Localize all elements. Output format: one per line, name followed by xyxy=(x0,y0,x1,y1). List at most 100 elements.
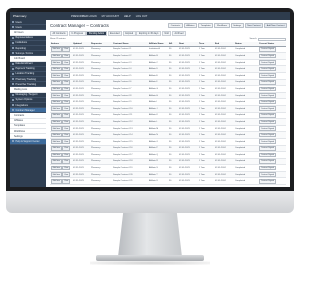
edit-button[interactable]: Edit Item xyxy=(51,53,62,59)
current-status-select[interactable]: Contract Signed xyxy=(259,53,276,59)
add-new-contract-button[interactable]: Add New Contract xyxy=(264,23,287,28)
view-button[interactable]: View xyxy=(62,86,70,92)
view-button[interactable]: View xyxy=(62,73,70,79)
top-nav-my-account[interactable]: MY ACCOUNT xyxy=(102,15,119,18)
tab-archived[interactable]: Archived xyxy=(171,31,186,37)
view-button[interactable]: View xyxy=(62,80,70,85)
workflows-button[interactable]: Workflows xyxy=(214,23,230,28)
edit-button[interactable]: Edit Item xyxy=(51,132,62,138)
edit-button[interactable]: Edit Item xyxy=(51,146,62,151)
current-status-select[interactable]: Contract Signed xyxy=(259,80,276,85)
tab-void[interactable]: Void xyxy=(161,31,172,37)
current-status-select[interactable]: Contract Signed xyxy=(259,66,276,72)
table-row[interactable]: Edit Item View 07-31-2023 Pharmacy Sample Co… xyxy=(50,138,286,146)
edit-button[interactable]: Edit Item xyxy=(51,159,62,164)
current-status-select[interactable]: Contract Signed xyxy=(259,178,276,184)
view-button[interactable]: View xyxy=(62,99,70,105)
table-row[interactable]: Edit Item View 07-31-2023 Pharmacy Sample Co… xyxy=(50,145,286,153)
current-status-select[interactable]: Contract Signed xyxy=(259,60,276,65)
table-row[interactable]: Edit Item View 07-31-2023 Pharmacy Sample Co… xyxy=(50,59,286,67)
current-status-select[interactable]: Contract Signed xyxy=(259,132,276,138)
current-status-select[interactable]: Contract Signed xyxy=(259,93,276,98)
search-input[interactable] xyxy=(258,37,286,41)
view-button[interactable]: View xyxy=(62,47,70,52)
edit-button[interactable]: Edit Item xyxy=(51,93,62,98)
view-button[interactable]: View xyxy=(62,146,70,151)
settings-button[interactable]: Settings xyxy=(230,23,244,28)
view-button[interactable]: View xyxy=(62,93,70,98)
table-row[interactable]: Edit Item View 07-31-2023 Pharmacy Sample Co… xyxy=(50,46,286,54)
table-row[interactable]: Edit Item View 07-31-2023 Pharmacy Sample Co… xyxy=(50,98,286,106)
edit-button[interactable]: Edit Item xyxy=(51,99,62,105)
edit-button[interactable]: Edit Item xyxy=(51,172,62,177)
current-status-select[interactable]: Contract Signed xyxy=(259,159,276,164)
table-row[interactable]: Edit Item View 07-31-2023 Pharmacy Sample Co… xyxy=(50,125,286,133)
view-button[interactable]: View xyxy=(62,159,70,164)
current-status-select[interactable]: Contract Signed xyxy=(259,126,276,131)
top-nav-log-out[interactable]: LOG OUT xyxy=(136,15,148,18)
current-status-select[interactable]: Contract Signed xyxy=(259,47,276,52)
top-nav-prescriber-login[interactable]: PRESCRIBER LOGIN xyxy=(71,15,97,18)
view-button[interactable]: View xyxy=(62,165,70,171)
current-status-select[interactable]: Contract Signed xyxy=(259,119,276,125)
current-status-select[interactable]: Contract Signed xyxy=(259,113,276,118)
view-button[interactable]: View xyxy=(62,66,70,72)
edit-button[interactable]: Edit Item xyxy=(51,152,62,158)
view-button[interactable]: View xyxy=(62,60,70,65)
affiliates-button[interactable]: Affiliates xyxy=(183,23,198,28)
view-button[interactable]: View xyxy=(62,132,70,138)
table-row[interactable]: Edit Item View 07-31-2023 Pharmacy Sample Co… xyxy=(50,118,286,126)
sidebar-item-help-support-center[interactable]: Help & Support Center xyxy=(10,139,46,145)
current-status-select[interactable]: Contract Signed xyxy=(259,139,276,144)
tab-all-contracts[interactable]: All Contracts xyxy=(50,31,69,37)
current-status-select[interactable]: Contract Signed xyxy=(259,146,276,151)
current-status-select[interactable]: Contract Signed xyxy=(259,152,276,158)
edit-button[interactable]: Edit Item xyxy=(51,66,62,72)
tab-expired[interactable]: Expired xyxy=(122,31,136,37)
view-button[interactable]: View xyxy=(62,172,70,177)
current-status-select[interactable]: Contract Signed xyxy=(259,165,276,171)
table-row[interactable]: Edit Item View 07-31-2023 Pharmacy Sample Co… xyxy=(50,72,286,80)
view-button[interactable]: View xyxy=(62,178,70,184)
table-row[interactable]: Edit Item View 07-31-2023 Pharmacy Sample Co… xyxy=(50,131,286,139)
templates-button[interactable]: Templates xyxy=(198,23,214,28)
table-row[interactable]: Edit Item View 07-31-2023 Pharmacy Sample Co… xyxy=(50,112,286,120)
table-row[interactable]: Edit Item View 07-31-2023 Pharmacy Sample Co… xyxy=(50,65,286,73)
view-button[interactable]: View xyxy=(62,106,70,112)
current-status-select[interactable]: Contract Signed xyxy=(259,106,276,112)
contracts-button[interactable]: Contracts xyxy=(168,23,183,28)
current-status-select[interactable]: Contract Signed xyxy=(259,99,276,105)
tab-expiring-in-30-days[interactable]: Expiring in 30 days xyxy=(136,31,161,37)
table-row[interactable]: Edit Item View 07-31-2023 Pharmacy Sample Co… xyxy=(50,158,286,166)
current-status-select[interactable]: Contract Signed xyxy=(259,86,276,92)
table-row[interactable]: Edit Item View 07-31-2023 Pharmacy Sample Co… xyxy=(50,79,286,87)
view-button[interactable]: View xyxy=(62,113,70,118)
edit-button[interactable]: Edit Item xyxy=(51,178,62,184)
table-row[interactable]: Edit Item View 07-31-2023 Pharmacy Sample Co… xyxy=(50,52,286,60)
view-button[interactable]: View xyxy=(62,126,70,131)
edit-button[interactable]: Edit Item xyxy=(51,119,62,125)
table-row[interactable]: Edit Item View 07-31-2023 Pharmacy Sample Co… xyxy=(50,92,286,100)
table-row[interactable]: Edit Item View 07-31-2023 Pharmacy Sample Co… xyxy=(50,164,286,172)
tab-in-progress[interactable]: In Progress xyxy=(68,31,86,37)
current-status-select[interactable]: Contract Signed xyxy=(259,73,276,79)
edit-button[interactable]: Edit Item xyxy=(51,47,62,52)
table-row[interactable]: Edit Item View 07-31-2023 Pharmacy Sample Co… xyxy=(50,105,286,113)
table-row[interactable]: Edit Item View 07-31-2023 Pharmacy Sample Co… xyxy=(50,151,286,159)
edit-button[interactable]: Edit Item xyxy=(51,80,62,85)
table-row[interactable]: Edit Item View 07-31-2023 Pharmacy Sample Co… xyxy=(50,85,286,93)
page-size-selector[interactable]: Show 25 entries xyxy=(50,38,66,40)
view-button[interactable]: View xyxy=(62,139,70,144)
current-status-select[interactable]: Contract Signed xyxy=(259,172,276,177)
tab-pending-action[interactable]: Pending Action xyxy=(86,31,107,37)
edit-button[interactable]: Edit Item xyxy=(51,113,62,118)
edit-button[interactable]: Edit Item xyxy=(51,106,62,112)
edit-button[interactable]: Edit Item xyxy=(51,86,62,92)
view-button[interactable]: View xyxy=(62,53,70,59)
table-row[interactable]: Edit Item View 07-31-2023 Pharmacy Sample Co… xyxy=(50,171,286,179)
edit-button[interactable]: Edit Item xyxy=(51,165,62,171)
view-button[interactable]: View xyxy=(62,152,70,158)
new-contract-button[interactable]: New Contract xyxy=(244,23,264,28)
edit-button[interactable]: Edit Item xyxy=(51,126,62,131)
edit-button[interactable]: Edit Item xyxy=(51,139,62,144)
